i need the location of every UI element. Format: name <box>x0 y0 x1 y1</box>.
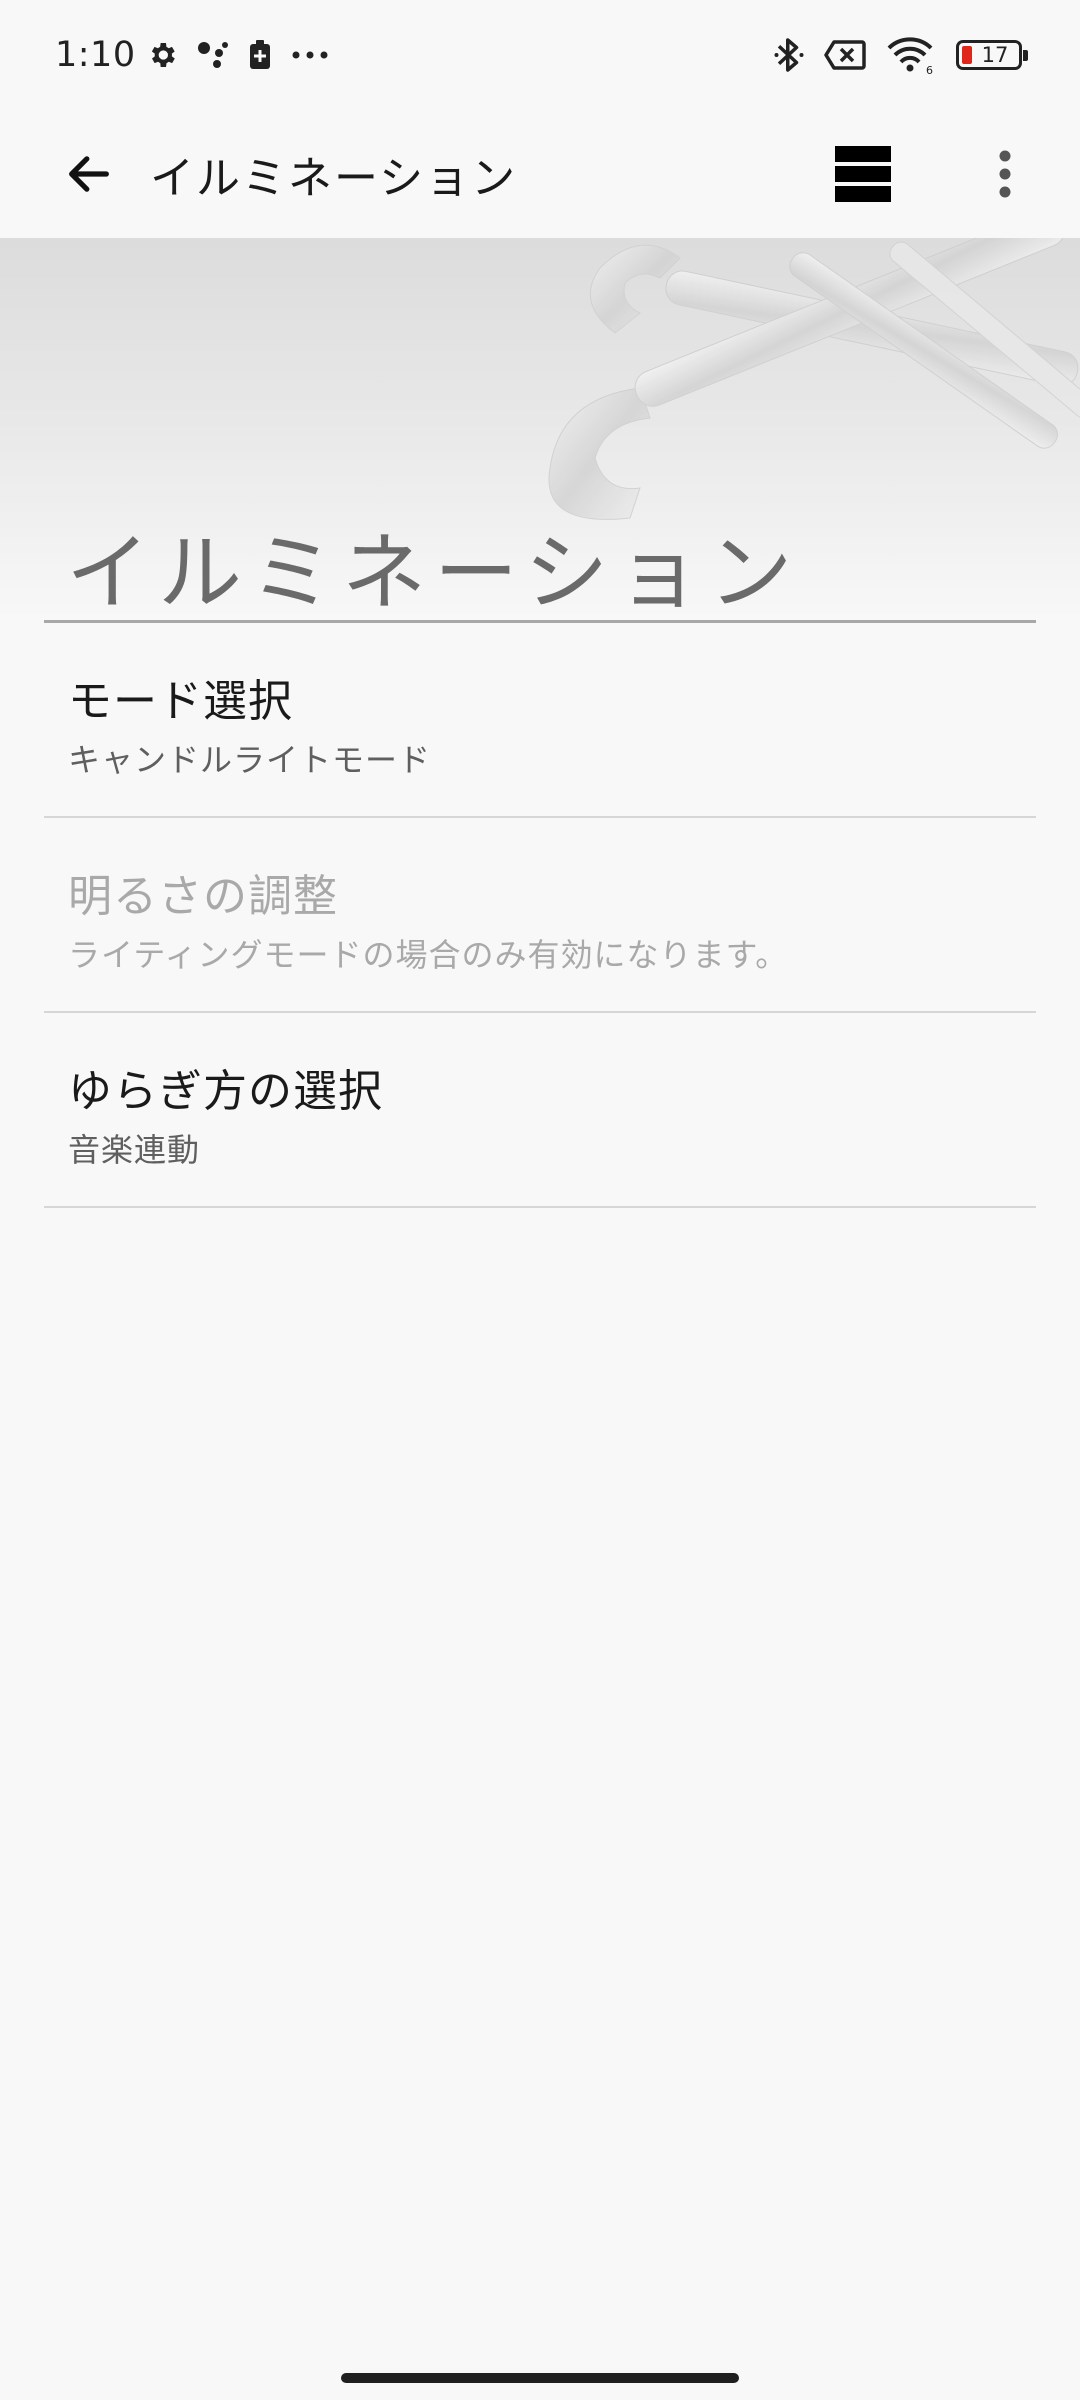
svg-text:6: 6 <box>926 64 933 75</box>
pref-item-brightness: 明るさの調整 ライティングモードの場合のみ有効になります。 <box>44 818 1036 1013</box>
arrow-left-icon <box>69 156 109 192</box>
wrench-illustration-icon <box>548 238 1080 520</box>
status-bar: 1:10 6 17 <box>0 0 1080 110</box>
settings-gear-icon <box>146 39 178 71</box>
preference-list: モード選択 キャンドルライトモード 明るさの調整 ライティングモードの場合のみ有… <box>44 623 1036 1208</box>
app-bar: イルミネーション <box>0 110 1080 238</box>
assistant-dots-icon <box>196 39 230 71</box>
app-title: イルミネーション <box>150 153 518 204</box>
back-button[interactable] <box>44 129 134 219</box>
more-options-button[interactable] <box>960 129 1050 219</box>
pref-summary: キャンドルライトモード <box>68 741 432 779</box>
battery-saver-icon <box>248 39 272 71</box>
layout-grid-icon <box>835 146 891 202</box>
more-notifications-icon <box>290 49 330 61</box>
status-bar-left: 1:10 <box>55 35 348 75</box>
no-sim-icon <box>824 39 866 71</box>
battery-level-text: 17 <box>981 42 1009 67</box>
pref-summary: 音楽連動 <box>68 1131 201 1169</box>
gesture-nav-handle[interactable] <box>341 2373 739 2383</box>
pref-title: モード選択 <box>68 676 293 727</box>
pref-title: ゆらぎ方の選択 <box>68 1066 383 1117</box>
layout-grid-button[interactable] <box>818 129 908 219</box>
pref-item-mode-select[interactable]: モード選択 キャンドルライトモード <box>44 623 1036 818</box>
header-banner: イルミネーション <box>0 238 1080 623</box>
bluetooth-icon <box>774 36 804 74</box>
status-time: 1:10 <box>55 35 136 75</box>
banner-title: イルミネーション <box>66 524 801 622</box>
pref-item-flicker-style[interactable]: ゆらぎ方の選択 音楽連動 <box>44 1013 1036 1208</box>
pref-summary: ライティングモードの場合のみ有効になります。 <box>68 936 789 974</box>
screen: 1:10 6 17 イルミネーション イルミネーション モード選択 キャンドルラ… <box>0 0 1080 2400</box>
more-vert-icon <box>999 150 1011 198</box>
battery-icon: 17 <box>956 40 1028 70</box>
status-bar-right: 6 17 <box>754 35 1028 75</box>
pref-title: 明るさの調整 <box>68 871 338 922</box>
wifi-6-icon: 6 <box>886 35 936 75</box>
